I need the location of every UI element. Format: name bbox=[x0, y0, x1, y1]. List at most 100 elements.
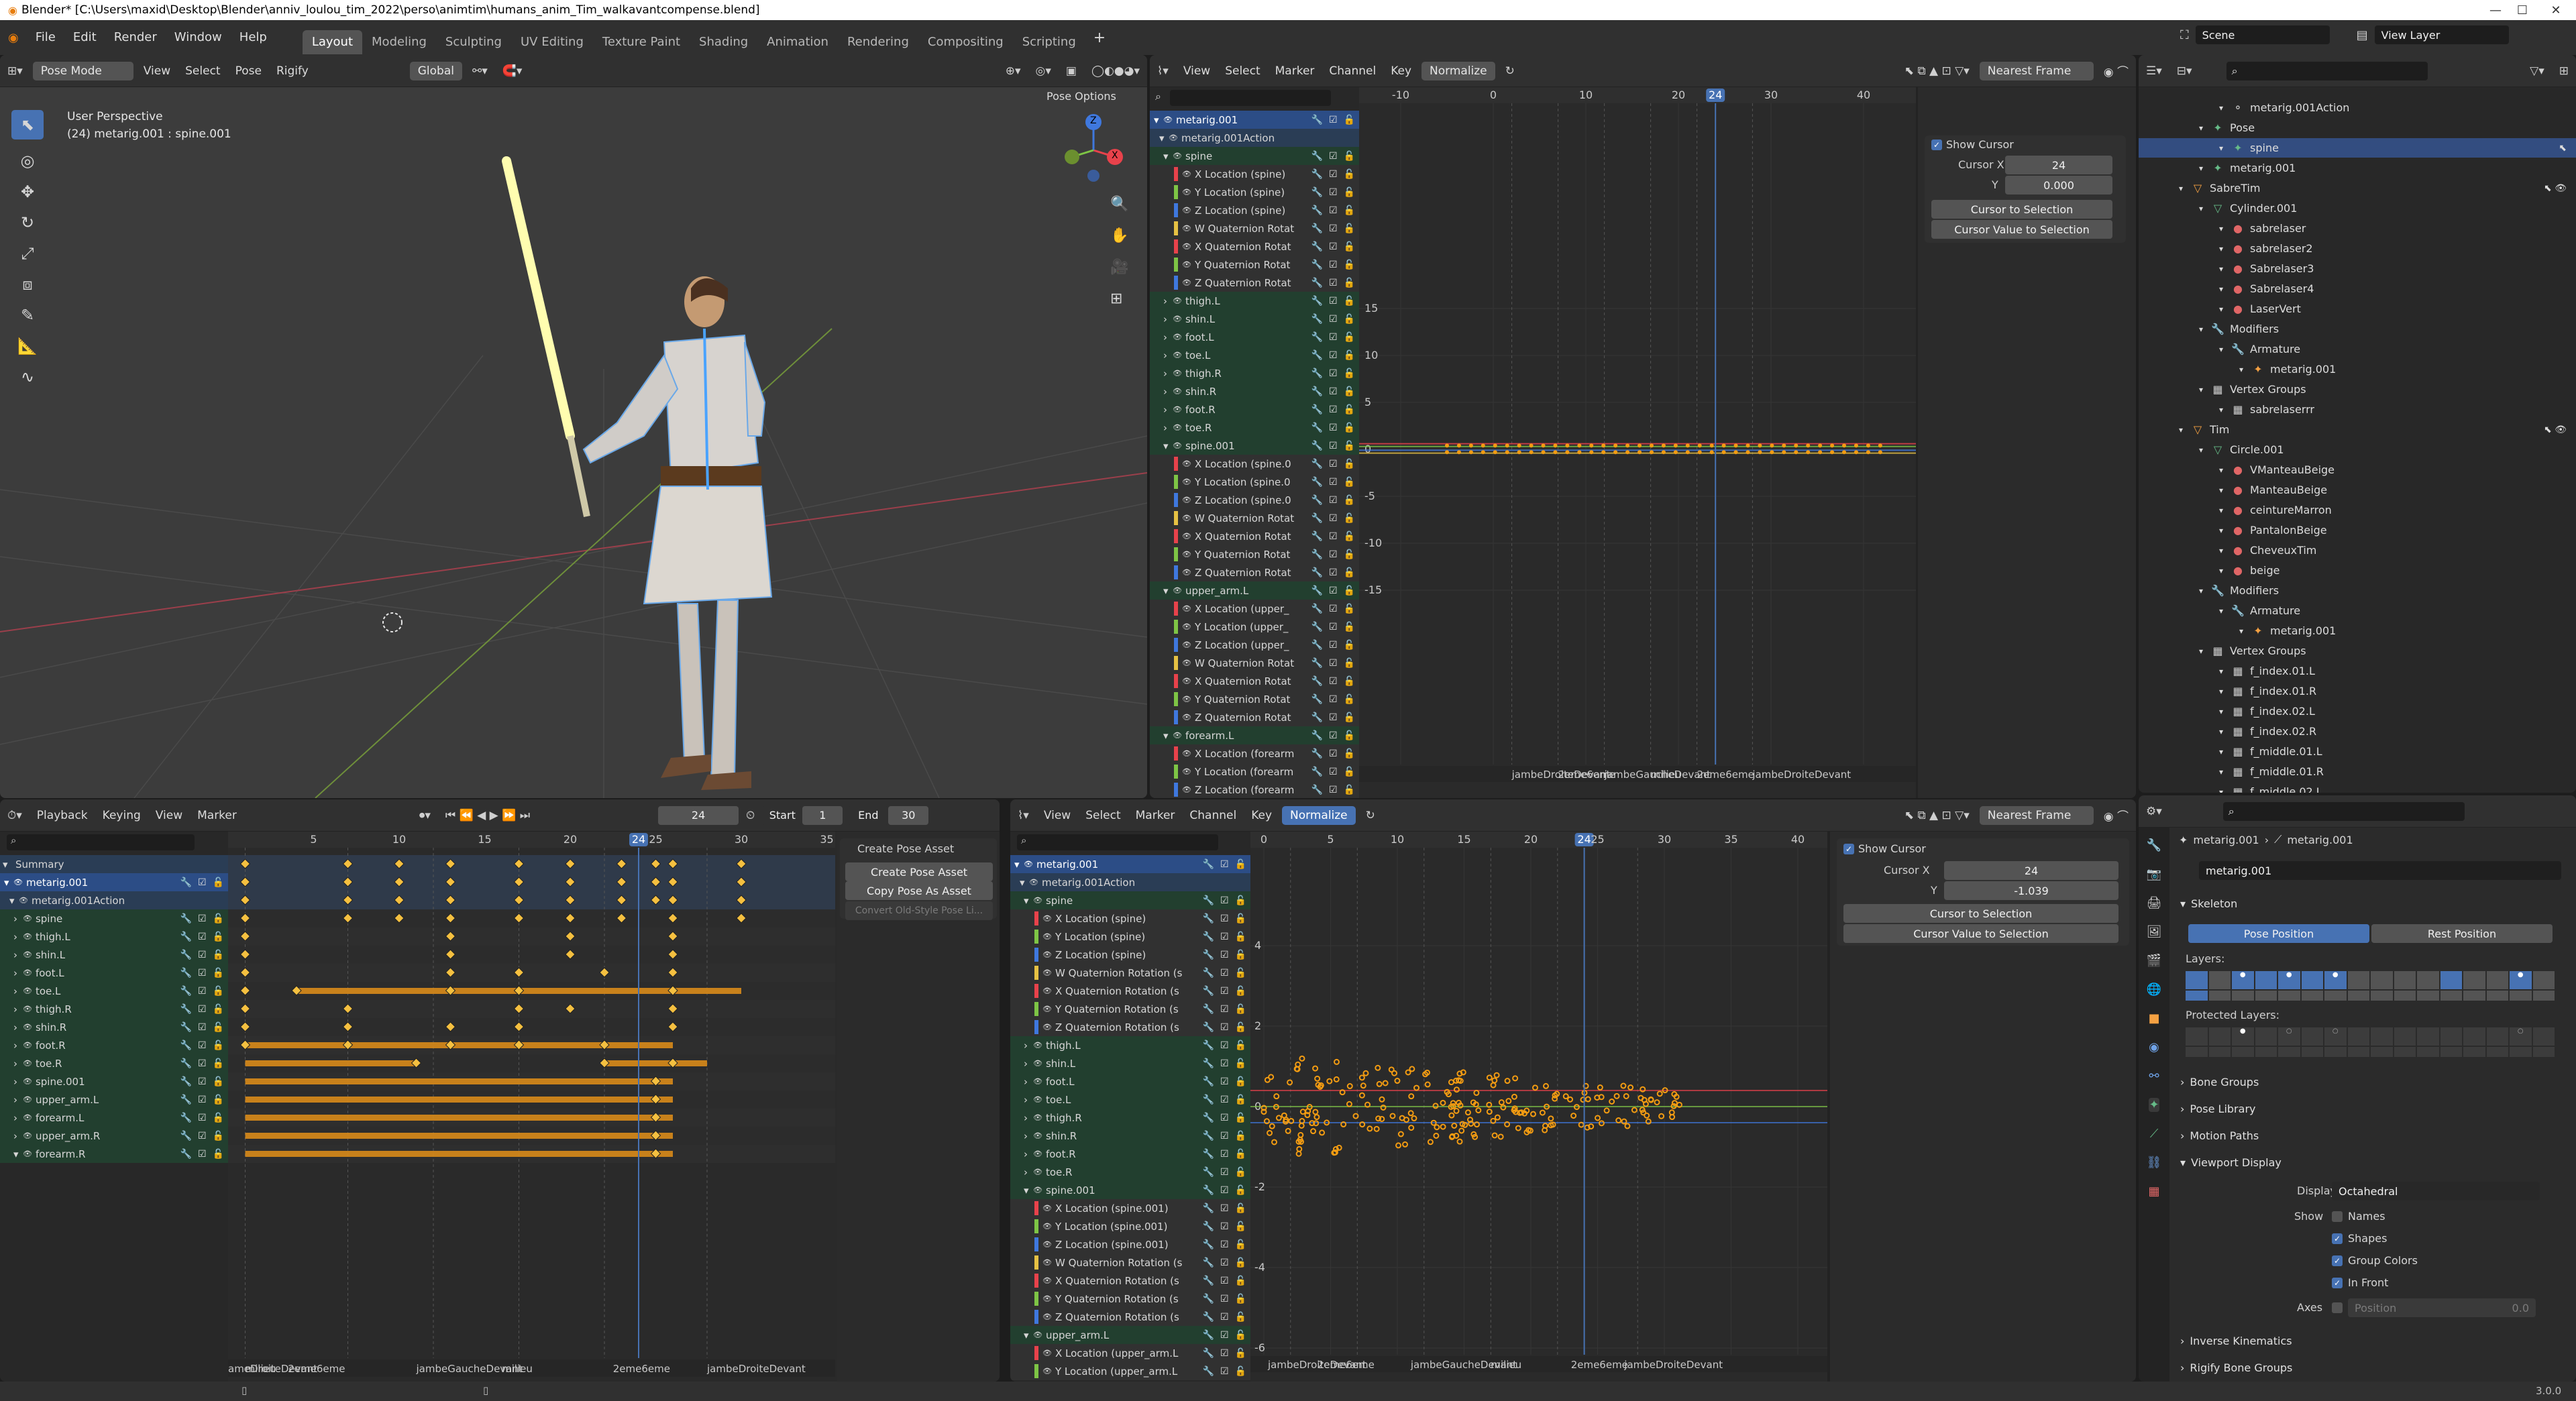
mute-checkbox-icon[interactable]: ☑ bbox=[1329, 187, 1338, 198]
mute-checkbox-icon[interactable]: ☑ bbox=[1220, 1221, 1229, 1232]
graph-bottom-channel-row[interactable]: 👁 X Location (spine.001) 🔧 ☑ 🔓 bbox=[1010, 1199, 1250, 1217]
outliner-expand-icon[interactable]: ▾ bbox=[2219, 687, 2231, 696]
modifier-wrench-icon[interactable]: 🔧 bbox=[180, 1095, 192, 1105]
lock-icon[interactable]: 🔓 bbox=[213, 968, 224, 978]
graph-bottom-channel-row[interactable]: ▾ 👁 upper_arm.L 🔧 ☑ 🔓 bbox=[1010, 1326, 1250, 1344]
mute-checkbox-icon[interactable]: ☑ bbox=[1220, 1131, 1229, 1141]
modifier-wrench-icon[interactable]: 🔧 bbox=[1311, 151, 1323, 162]
visibility-eye-icon[interactable]: 👁 bbox=[23, 1113, 32, 1122]
lock-icon[interactable]: 🔓 bbox=[1235, 1095, 1246, 1105]
graph-bottom-channel-row[interactable]: 👁 X Quaternion Rotation (s 🔧 ☑ 🔓 bbox=[1010, 982, 1250, 1000]
dopesheet-channel-row[interactable]: › 👁 shin.L 🔧 ☑ 🔓 bbox=[0, 946, 228, 964]
visibility-eye-icon[interactable]: 👁 bbox=[1182, 278, 1191, 287]
expand-arrow-icon[interactable]: ▾ bbox=[1159, 132, 1169, 144]
graph-bottom-snap-selector[interactable]: Nearest Frame bbox=[1979, 805, 2094, 825]
modifier-wrench-icon[interactable]: 🔧 bbox=[180, 1040, 192, 1051]
tab-layout[interactable]: Layout bbox=[302, 30, 363, 54]
outliner-expand-icon[interactable]: ▾ bbox=[2219, 486, 2231, 495]
expand-arrow-icon[interactable]: › bbox=[13, 1003, 23, 1015]
modifier-wrench-icon[interactable]: 🔧 bbox=[1311, 495, 1323, 506]
graph-top-channel-row[interactable]: ▾ 👁 metarig.001Action bbox=[1150, 129, 1359, 147]
visibility-eye-icon[interactable]: 👁 bbox=[23, 1095, 32, 1104]
outliner-expand-icon[interactable]: ▾ bbox=[2219, 224, 2231, 233]
graph-top-snap-selector[interactable]: Nearest Frame bbox=[1979, 61, 2094, 80]
graph-top-channel-row[interactable]: 👁 X Location (upper_ 🔧 ☑ 🔓 bbox=[1150, 600, 1359, 618]
bone-groups-panel-header[interactable]: › Bone Groups bbox=[2180, 1070, 2556, 1093]
outliner-item[interactable]: ▾ ▽ Tim ⬉ 👁 bbox=[2139, 420, 2576, 439]
lock-icon[interactable]: 🔓 bbox=[1344, 604, 1355, 614]
modifier-wrench-icon[interactable]: 🔧 bbox=[1203, 1366, 1214, 1377]
visibility-eye-icon[interactable]: 👁 bbox=[23, 1077, 32, 1086]
visibility-eye-icon[interactable]: 👁 bbox=[23, 1131, 32, 1140]
mute-checkbox-icon[interactable]: ☑ bbox=[1220, 950, 1229, 960]
outliner-expand-icon[interactable]: ▾ bbox=[2219, 244, 2231, 254]
lock-icon[interactable]: 🔓 bbox=[1344, 567, 1355, 578]
names-checkbox[interactable] bbox=[2332, 1211, 2343, 1222]
modifier-wrench-icon[interactable]: 🔧 bbox=[1203, 1113, 1214, 1123]
graph-bottom-channel-row[interactable]: › 👁 toe.R 🔧 ☑ 🔓 bbox=[1010, 1163, 1250, 1181]
expand-arrow-icon[interactable]: › bbox=[13, 949, 23, 961]
graph-bottom-channel-row[interactable]: › 👁 foot.R 🔧 ☑ 🔓 bbox=[1010, 1145, 1250, 1163]
lock-icon[interactable]: 🔓 bbox=[1344, 513, 1355, 524]
lock-icon[interactable]: 🔓 bbox=[213, 1095, 224, 1105]
expand-arrow-icon[interactable]: ▾ bbox=[1024, 1184, 1033, 1196]
create-pose-asset-button[interactable]: Create Pose Asset bbox=[845, 862, 993, 881]
outliner-item[interactable]: ▾ ▦ f_index.01.L bbox=[2139, 661, 2576, 681]
outliner-expand-icon[interactable]: ▾ bbox=[2239, 365, 2251, 374]
modifier-wrench-icon[interactable]: 🔧 bbox=[1311, 187, 1323, 198]
bone-constraints-tab-icon[interactable]: ⛓ bbox=[2147, 1156, 2162, 1170]
menu-help[interactable]: Help bbox=[231, 20, 276, 55]
armature-data-name-field[interactable]: metarig.001 bbox=[2199, 861, 2561, 880]
grid-view-icon[interactable]: ⊞ bbox=[1110, 290, 1128, 307]
graph-bottom-curve-area[interactable]: 051015202425303540420-2-4-6jambeDroiteDe… bbox=[1250, 832, 1827, 1382]
dopesheet-channel-row[interactable]: › 👁 spine.001 🔧 ☑ 🔓 bbox=[0, 1072, 228, 1090]
lock-icon[interactable]: 🔓 bbox=[1344, 278, 1355, 288]
graph-top-channel-row[interactable]: ▾ 👁 upper_arm.L 🔧 ☑ 🔓 bbox=[1150, 581, 1359, 600]
modifier-wrench-icon[interactable]: 🔧 bbox=[1311, 296, 1323, 306]
graph-bottom-channel-row[interactable]: 👁 X Quaternion Rotation (s 🔧 ☑ 🔓 bbox=[1010, 1272, 1250, 1290]
graph-top-channel-row[interactable]: 👁 Y Quaternion Rotat 🔧 ☑ 🔓 bbox=[1150, 690, 1359, 708]
shading-modes-icon[interactable]: ◯◐●◕▾ bbox=[1084, 64, 1147, 78]
modifier-wrench-icon[interactable]: 🔧 bbox=[1203, 1257, 1214, 1268]
outliner-filter-icon[interactable]: ▽▾ bbox=[2522, 64, 2552, 78]
modifier-wrench-icon[interactable]: 🔧 bbox=[1311, 115, 1323, 125]
modifier-wrench-icon[interactable]: 🔧 bbox=[1311, 640, 1323, 651]
modifier-wrench-icon[interactable]: 🔧 bbox=[1203, 1058, 1214, 1069]
mute-checkbox-icon[interactable]: ☑ bbox=[1220, 1348, 1229, 1359]
graph-bottom-normalize-toggle[interactable]: Normalize bbox=[1282, 805, 1356, 825]
modifier-wrench-icon[interactable]: 🔧 bbox=[1311, 712, 1323, 723]
graph-editor-top[interactable]: ⌇▾ View Select Marker Channel Key Normal… bbox=[1150, 55, 2136, 798]
blender-menu-icon[interactable]: ◉ bbox=[0, 31, 27, 45]
graph-top-channel-row[interactable]: › 👁 toe.R 🔧 ☑ 🔓 bbox=[1150, 418, 1359, 437]
overlay-toggle-icon[interactable]: ◎▾ bbox=[1028, 64, 1059, 78]
expand-arrow-icon[interactable]: › bbox=[1163, 331, 1173, 343]
graph-bottom-channel-row[interactable]: 👁 Y Location (upper_arm.L 🔧 ☑ 🔓 bbox=[1010, 1362, 1250, 1380]
mute-checkbox-icon[interactable]: ☑ bbox=[1220, 1330, 1229, 1341]
graph-top-channel-row[interactable]: › 👁 foot.R 🔧 ☑ 🔓 bbox=[1150, 400, 1359, 418]
outliner-item[interactable]: ▾ 🔧 Armature bbox=[2139, 339, 2576, 359]
graph-top-channel-row[interactable]: 👁 Y Quaternion Rotat 🔧 ☑ 🔓 bbox=[1150, 256, 1359, 274]
mute-checkbox-icon[interactable]: ☑ bbox=[1220, 1076, 1229, 1087]
dopesheet-channel-row[interactable]: › 👁 spine 🔧 ☑ 🔓 bbox=[0, 909, 228, 928]
outliner-expand-icon[interactable]: ▾ bbox=[2219, 264, 2231, 274]
mute-checkbox-icon[interactable]: ☑ bbox=[1329, 531, 1338, 542]
expand-arrow-icon[interactable]: ▾ bbox=[1024, 895, 1033, 907]
modifier-wrench-icon[interactable]: 🔧 bbox=[1311, 459, 1323, 469]
mute-checkbox-icon[interactable]: ☑ bbox=[1329, 785, 1338, 795]
axes-checkbox[interactable] bbox=[2332, 1302, 2343, 1313]
outliner-item[interactable]: ▾ ✦ metarig.001 bbox=[2139, 359, 2576, 379]
bone-layers-grid[interactable]: ● ● ● ● bbox=[2186, 971, 2555, 1001]
expand-arrow-icon[interactable]: › bbox=[13, 1076, 23, 1088]
mute-checkbox-icon[interactable]: ☑ bbox=[1329, 169, 1338, 180]
group-colors-checkbox[interactable]: ✓ bbox=[2332, 1255, 2343, 1266]
modifier-wrench-icon[interactable]: 🔧 bbox=[1203, 1294, 1214, 1304]
modifier-wrench-icon[interactable]: 🔧 bbox=[180, 1076, 192, 1087]
outliner-expand-icon[interactable]: ▾ bbox=[2219, 707, 2231, 716]
graph-bottom-cursor-y-field[interactable]: -1.039 bbox=[1944, 881, 2118, 900]
outliner-item[interactable]: ▾ ● Sabrelaser3 bbox=[2139, 259, 2576, 278]
viewport-3d[interactable]: ⊞▾ Pose Mode View Select Pose Rigify Glo… bbox=[0, 55, 1147, 798]
expand-arrow-icon[interactable]: ▾ bbox=[1163, 730, 1173, 742]
lock-icon[interactable]: 🔓 bbox=[1344, 495, 1355, 506]
expand-arrow-icon[interactable]: ▾ bbox=[3, 858, 12, 871]
expand-arrow-icon[interactable]: › bbox=[13, 1112, 23, 1124]
